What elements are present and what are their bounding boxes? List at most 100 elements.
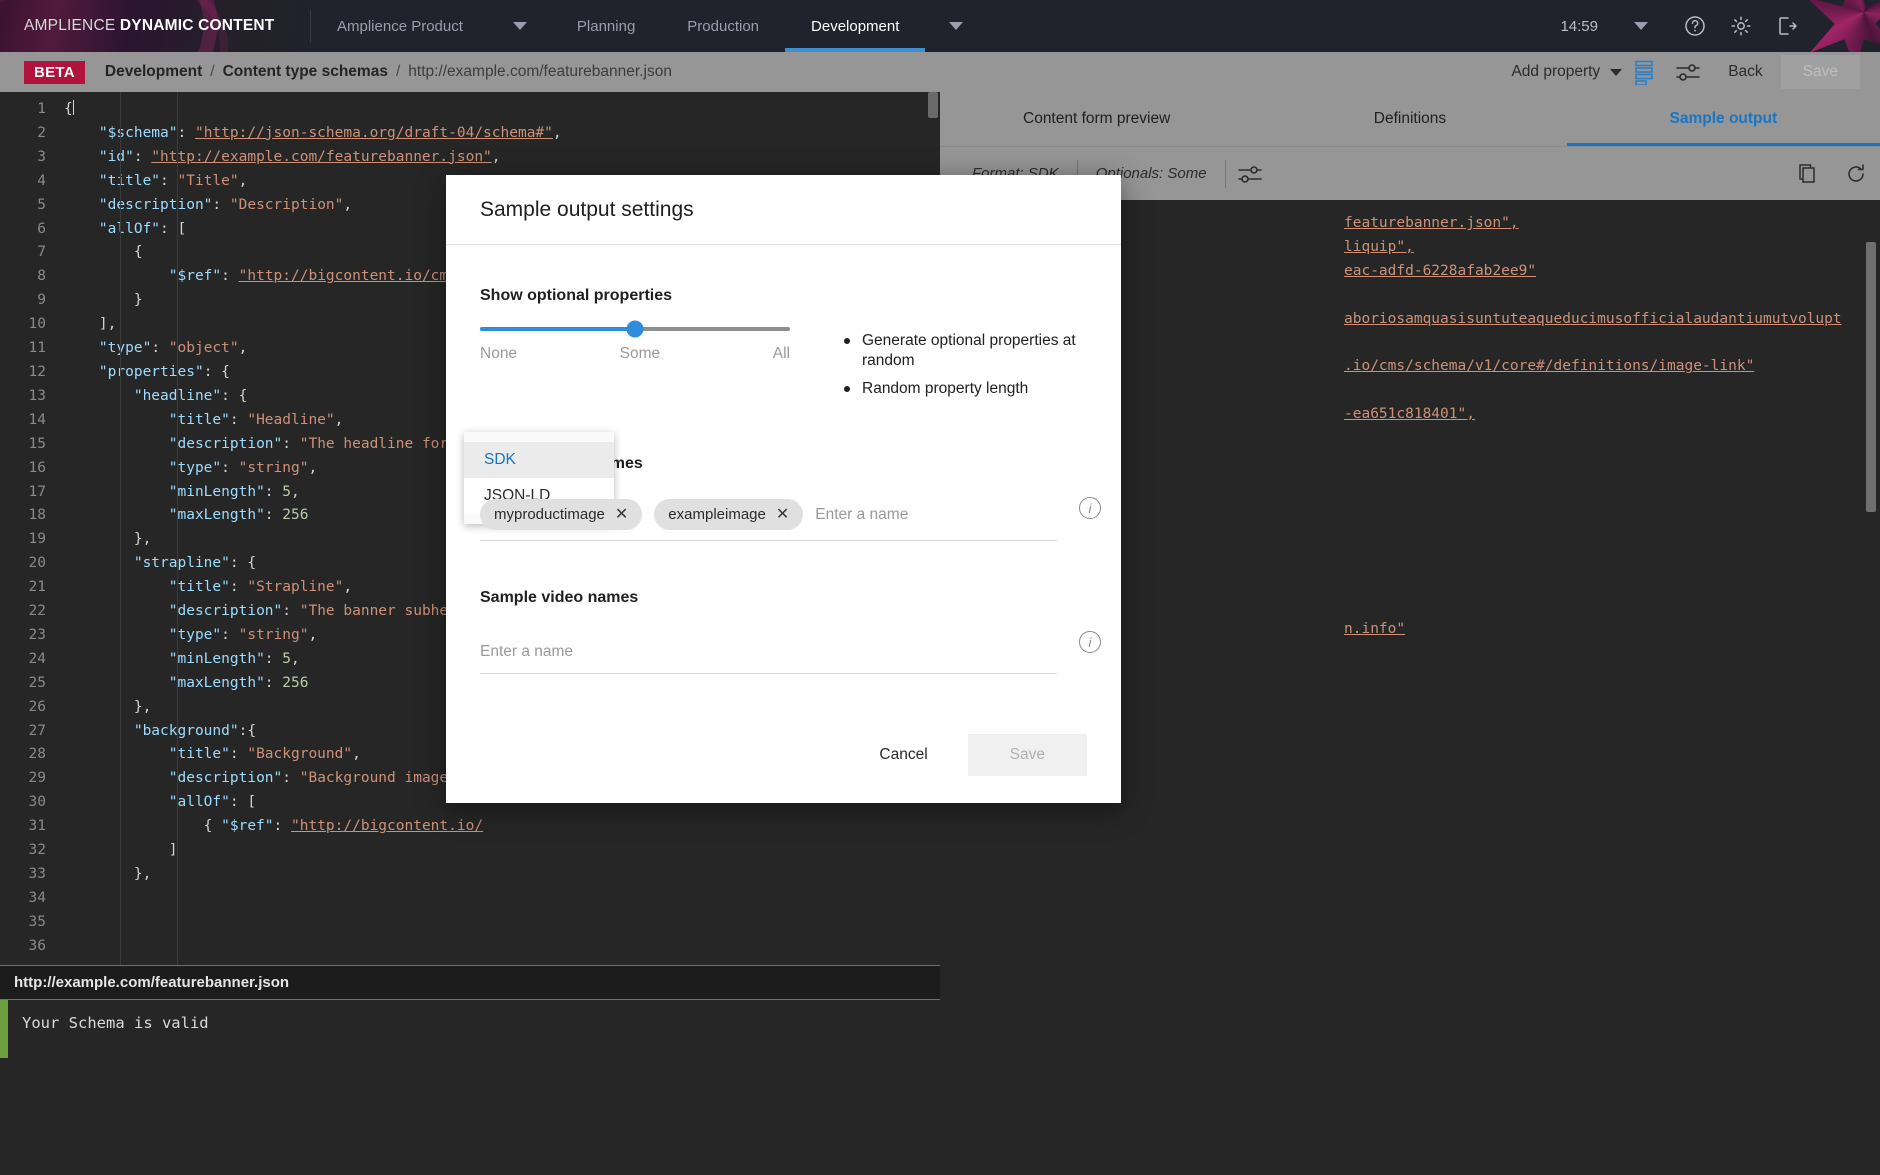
nav-development-dropdown-icon[interactable]: [925, 0, 987, 52]
chip-exampleimage[interactable]: exampleimage ✕: [654, 499, 803, 530]
status-validity-text: Your Schema is valid: [22, 1014, 209, 1032]
editor-line-number: 15: [0, 433, 56, 457]
editor-line-number: 9: [0, 289, 56, 313]
tab-content-form-preview[interactable]: Content form preview: [940, 92, 1253, 146]
dialog-header: Sample output settings: [446, 175, 1121, 245]
editor-line-number: 32: [0, 839, 56, 863]
nav-item-production[interactable]: Production: [661, 0, 785, 52]
dropdown-option-sdk[interactable]: SDK: [464, 442, 614, 478]
info-icon[interactable]: i: [1079, 497, 1101, 519]
editor-line-number: 2: [0, 122, 56, 146]
slider-tick-all[interactable]: All: [773, 345, 790, 363]
show-optional-properties-label: Show optional properties: [480, 287, 1087, 305]
editor-line-number: 34: [0, 887, 56, 911]
breadcrumb-separator: /: [396, 63, 400, 81]
nav-item-label: Planning: [577, 18, 635, 35]
optional-slider-column: None Some All: [480, 327, 790, 407]
breadcrumb-bar: BETA Development / Content type schemas …: [0, 52, 1880, 92]
optional-properties-slider[interactable]: [480, 327, 790, 331]
brand-logo[interactable]: AMPLIENCE DYNAMIC CONTENT: [0, 0, 310, 52]
gear-icon[interactable]: [1718, 0, 1764, 52]
nav-item-label: Production: [687, 18, 759, 35]
back-button[interactable]: Back: [1710, 63, 1780, 81]
copy-icon[interactable]: [1784, 147, 1832, 201]
breadcrumb-item-current: http://example.com/featurebanner.json: [408, 63, 672, 81]
breadcrumb-item-schemas[interactable]: Content type schemas: [223, 63, 388, 81]
editor-code-line: {: [64, 98, 940, 122]
editor-line-number: 33: [0, 863, 56, 887]
info-icon[interactable]: i: [1079, 631, 1101, 653]
cancel-button[interactable]: Cancel: [857, 734, 949, 776]
logout-icon[interactable]: [1764, 0, 1810, 52]
chip-myproductimage[interactable]: myproductimage ✕: [480, 499, 642, 530]
beta-badge: BETA: [24, 61, 85, 84]
breadcrumb-item-development[interactable]: Development: [105, 63, 202, 81]
editor-line-number: 25: [0, 672, 56, 696]
slider-fill: [480, 327, 635, 331]
editor-line-number: 24: [0, 648, 56, 672]
list-item: Generate optional properties at random: [842, 331, 1087, 371]
sample-video-names-input-row[interactable]: Enter a name i: [480, 629, 1057, 674]
sliders-icon[interactable]: [1226, 147, 1274, 201]
app-root: AMPLIENCE DYNAMIC CONTENT Amplience Prod…: [0, 0, 1880, 1175]
editor-code-line: "id": "http://example.com/featurebanner.…: [64, 146, 940, 170]
editor-line-number: 26: [0, 696, 56, 720]
editor-line-number: 29: [0, 767, 56, 791]
breadcrumb: Development / Content type schemas / htt…: [105, 63, 672, 81]
clock: 14:59: [1548, 18, 1610, 35]
sample-image-names-input-row[interactable]: myproductimage ✕ exampleimage ✕ Enter a …: [480, 495, 1057, 541]
help-circle-icon[interactable]: [1672, 0, 1718, 52]
dialog-footer: Cancel Save: [446, 707, 1121, 803]
optional-properties-notes: Generate optional properties at random R…: [790, 327, 1087, 407]
status-valid-indicator: [0, 1000, 8, 1058]
brand-name-light: AMPLIENCE: [24, 17, 115, 34]
right-panel-tabs: Content form preview Definitions Sample …: [940, 92, 1880, 146]
tab-label: Content form preview: [1023, 110, 1170, 128]
close-icon[interactable]: ✕: [776, 507, 789, 523]
clock-dropdown-icon[interactable]: [1610, 22, 1672, 30]
editor-scrollbar[interactable]: [928, 92, 938, 118]
editor-line-number: 20: [0, 552, 56, 576]
notes-list: Generate optional properties at random R…: [842, 331, 1087, 399]
nav-item-planning[interactable]: Planning: [551, 0, 661, 52]
list-item: Random property length: [842, 379, 1087, 399]
status-filename: http://example.com/featurebanner.json: [0, 965, 940, 1000]
slider-tick-none[interactable]: None: [480, 345, 517, 363]
slider-tick-some[interactable]: Some: [620, 345, 661, 363]
editor-line-number: 22: [0, 600, 56, 624]
top-navigation-bar: AMPLIENCE DYNAMIC CONTENT Amplience Prod…: [0, 0, 1880, 52]
list-view-icon[interactable]: [1622, 52, 1666, 92]
chevron-down-icon: [1634, 22, 1648, 30]
editor-line-number: 6: [0, 218, 56, 242]
close-icon[interactable]: ✕: [615, 507, 628, 523]
slider-knob[interactable]: [627, 321, 644, 338]
editor-line-number: 18: [0, 504, 56, 528]
refresh-icon[interactable]: [1832, 147, 1880, 201]
editor-indent-guide: [177, 92, 178, 965]
nav-product-dropdown-icon[interactable]: [489, 0, 551, 52]
editor-line-number: 1: [0, 98, 56, 122]
tab-definitions[interactable]: Definitions: [1253, 92, 1566, 146]
sliders-icon[interactable]: [1666, 52, 1710, 92]
corner-star-decoration: [1810, 0, 1880, 52]
nav-item-development[interactable]: Development: [785, 0, 925, 52]
sample-image-names-input[interactable]: Enter a name: [815, 506, 1057, 524]
sample-video-names-input[interactable]: Enter a name: [480, 643, 1057, 661]
editor-line-number: 11: [0, 337, 56, 361]
brand-text: AMPLIENCE DYNAMIC CONTENT: [24, 17, 274, 35]
dialog-body: Show optional properties None Some All: [446, 245, 1121, 707]
nav-right-controls: 14:59: [1548, 0, 1880, 52]
right-panel-scrollbar[interactable]: [1866, 242, 1876, 512]
tab-sample-output[interactable]: Sample output: [1567, 92, 1880, 146]
editor-code-line: },: [64, 863, 940, 887]
editor-line-number: 13: [0, 385, 56, 409]
editor-code-line: ]: [64, 839, 940, 863]
editor-line-number: 12: [0, 361, 56, 385]
add-property-button[interactable]: Add property: [1511, 63, 1622, 81]
breadcrumb-separator: /: [210, 63, 214, 81]
chip-label: myproductimage: [494, 506, 605, 523]
nav-item-product[interactable]: Amplience Product: [311, 0, 489, 52]
chevron-down-icon: [1610, 69, 1622, 76]
editor-line-number: 8: [0, 265, 56, 289]
editor-line-number: 14: [0, 409, 56, 433]
